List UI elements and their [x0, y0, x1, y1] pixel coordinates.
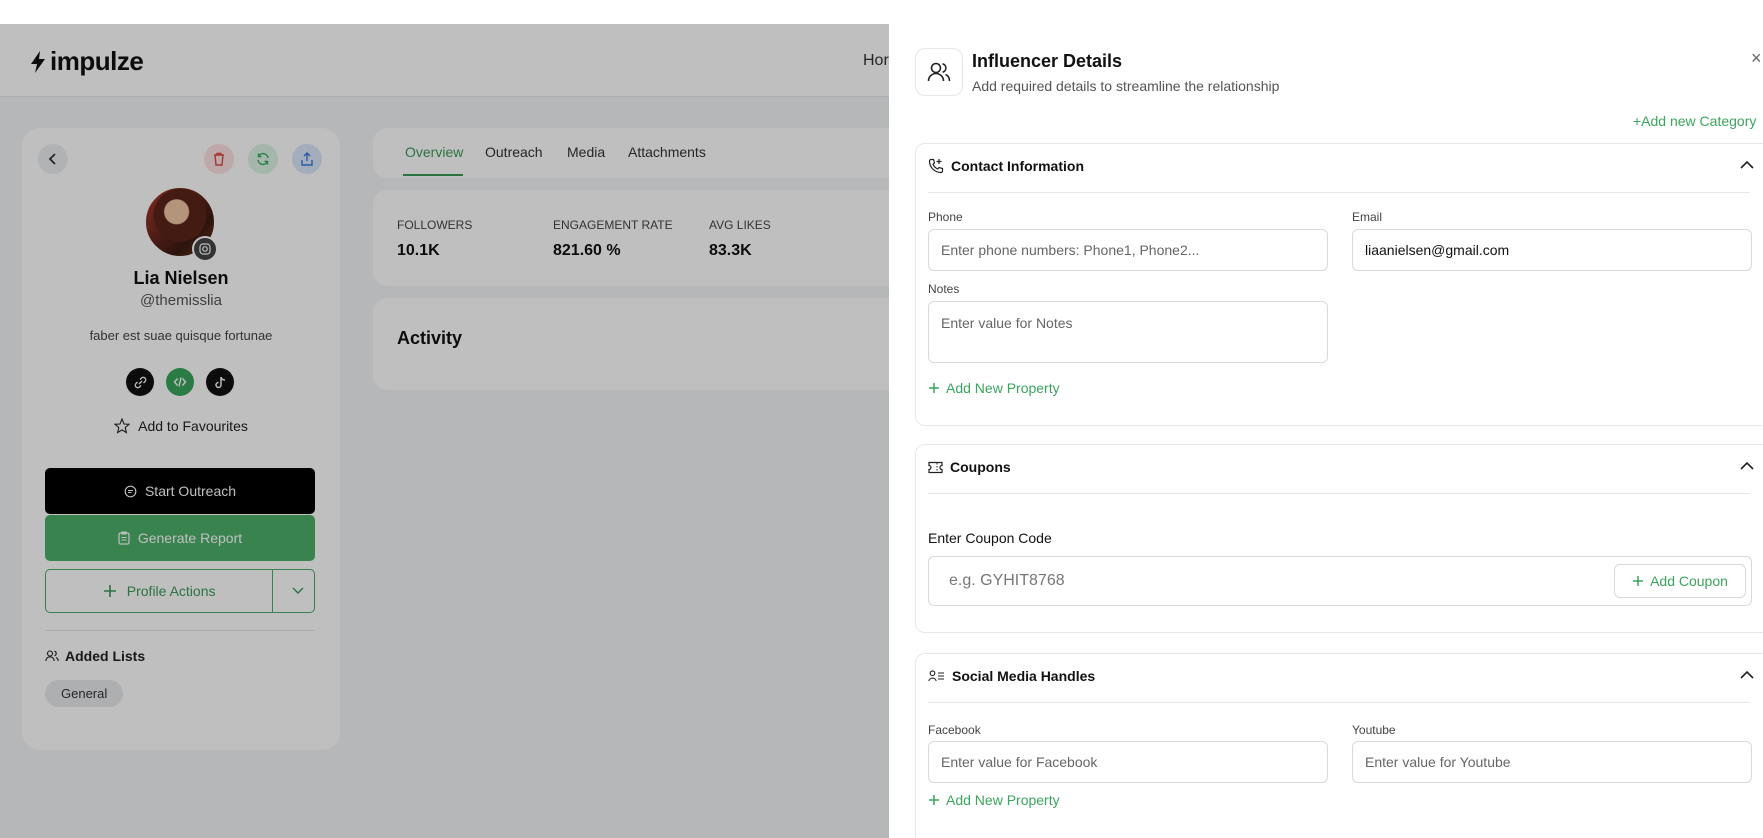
coupons-section: Coupons Enter Coupon Code e.g. GYHIT8768… — [915, 444, 1763, 633]
notes-label: Notes — [928, 282, 960, 296]
plus-icon — [929, 795, 939, 805]
chevron-up-icon[interactable] — [1740, 670, 1754, 679]
divider — [928, 192, 1750, 193]
coupons-section-header[interactable]: Coupons — [928, 459, 1011, 475]
phone-label: Phone — [928, 210, 963, 224]
add-new-property-button[interactable]: Add New Property — [928, 792, 1060, 808]
contact-information-section: Contact Information Phone Enter phone nu… — [915, 143, 1763, 426]
social-section-title: Social Media Handles — [952, 668, 1096, 684]
divider — [928, 493, 1750, 494]
close-icon[interactable]: × — [1751, 48, 1762, 69]
contact-section-header[interactable]: Contact Information — [928, 158, 1084, 174]
email-label: Email — [1352, 210, 1383, 224]
social-section-header[interactable]: Social Media Handles — [928, 668, 1095, 684]
facebook-input[interactable]: Enter value for Facebook — [928, 741, 1328, 783]
youtube-label: Youtube — [1352, 723, 1396, 737]
add-new-property-button[interactable]: Add New Property — [928, 380, 1060, 396]
plus-icon — [1633, 576, 1644, 586]
add-property-label: Add New Property — [946, 792, 1060, 808]
users-icon — [915, 48, 963, 96]
notes-textarea[interactable]: Enter value for Notes — [928, 301, 1328, 363]
influencer-details-drawer: Influencer Details Add required details … — [889, 24, 1763, 838]
contacts-list-icon — [928, 670, 944, 682]
chevron-up-icon[interactable] — [1740, 461, 1754, 470]
chevron-up-icon[interactable] — [1740, 160, 1754, 169]
add-new-category-button[interactable]: +Add new Category — [1633, 113, 1756, 129]
social-media-handles-section: Social Media Handles Facebook Enter valu… — [915, 653, 1763, 838]
facebook-label: Facebook — [928, 723, 981, 737]
phone-input[interactable]: Enter phone numbers: Phone1, Phone2... — [928, 229, 1328, 271]
add-coupon-button[interactable]: Add Coupon — [1614, 564, 1746, 598]
ticket-icon — [928, 461, 943, 473]
coupon-code-label: Enter Coupon Code — [928, 530, 1052, 546]
drawer-subtitle: Add required details to streamline the r… — [972, 78, 1280, 94]
coupons-section-title: Coupons — [950, 459, 1011, 475]
add-property-label: Add New Property — [946, 380, 1060, 396]
phone-icon — [928, 158, 944, 174]
drawer-title: Influencer Details — [972, 51, 1123, 71]
email-input[interactable]: liaanielsen@gmail.com — [1352, 229, 1752, 271]
add-coupon-label: Add Coupon — [1650, 573, 1728, 589]
divider — [928, 702, 1750, 703]
youtube-input[interactable]: Enter value for Youtube — [1352, 741, 1752, 783]
contact-section-title: Contact Information — [951, 158, 1084, 174]
plus-icon — [929, 383, 939, 393]
